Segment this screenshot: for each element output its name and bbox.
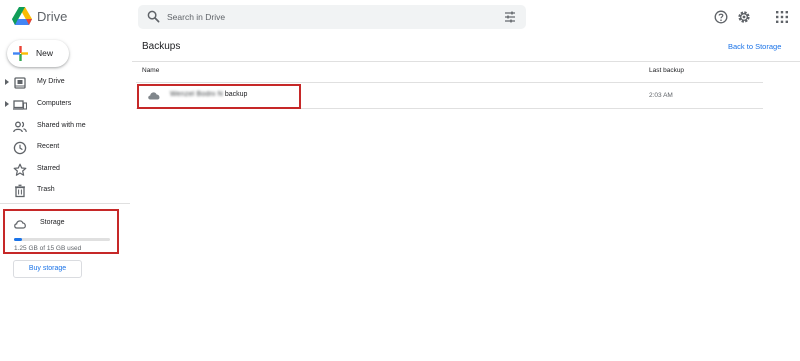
search-icon[interactable]	[147, 10, 160, 23]
sidebar-item-starred[interactable]: Starred	[0, 161, 130, 179]
sidebar-divider	[0, 203, 130, 204]
storage-label: Storage	[40, 219, 65, 226]
column-header-name[interactable]: Name	[142, 67, 159, 74]
sidebar-item-label: Starred	[37, 165, 60, 172]
back-to-storage-link[interactable]: Back to Storage	[728, 42, 781, 51]
plus-icon	[13, 46, 28, 61]
drive-logo-icon[interactable]	[12, 7, 32, 25]
star-icon	[13, 163, 27, 176]
sidebar-item-my-drive[interactable]: My Drive	[0, 74, 130, 92]
clock-icon	[13, 141, 27, 155]
storage-section[interactable]: Storage 1.25 GB of 15 GB used	[3, 209, 119, 254]
sidebar-item-trash[interactable]: Trash	[0, 182, 130, 200]
trash-icon	[15, 184, 25, 198]
sidebar-item-shared-with-me[interactable]: Shared with me	[0, 118, 130, 136]
sidebar-item-label: Shared with me	[37, 122, 86, 129]
buy-storage-button[interactable]: Buy storage	[13, 260, 82, 278]
column-header-last-backup[interactable]: Last backup	[649, 67, 684, 74]
help-icon[interactable]	[714, 10, 728, 24]
expand-caret-icon[interactable]	[5, 79, 9, 85]
storage-usage-bar	[14, 238, 110, 241]
page-title: Backups	[142, 41, 181, 52]
cloud-icon	[14, 220, 26, 229]
app-title: Drive	[37, 9, 68, 24]
computers-icon	[13, 100, 27, 110]
new-button-label: New	[36, 48, 54, 58]
search-options-icon[interactable]	[504, 11, 516, 23]
new-button[interactable]: New	[7, 40, 69, 67]
highlight-annotation-box	[137, 84, 301, 109]
apps-grid-icon[interactable]	[775, 10, 789, 24]
storage-usage-fill	[14, 238, 22, 241]
sidebar-item-label: Recent	[37, 143, 60, 150]
sidebar-item-label: My Drive	[37, 78, 65, 85]
top-bar: Drive	[0, 0, 800, 34]
expand-caret-icon[interactable]	[5, 101, 9, 107]
settings-icon[interactable]	[737, 10, 751, 24]
sidebar-item-label: Computers	[37, 100, 72, 107]
shared-icon	[13, 121, 27, 133]
header-divider	[132, 61, 800, 62]
storage-used-text: 1.25 GB of 15 GB used	[14, 245, 82, 252]
sidebar-item-computers[interactable]: Computers	[0, 96, 130, 114]
sidebar-item-recent[interactable]: Recent	[0, 139, 130, 157]
my-drive-icon	[14, 77, 26, 89]
last-backup-time: 2:03 AM	[649, 92, 673, 99]
sidebar-item-label: Trash	[37, 186, 55, 193]
search-bar[interactable]	[138, 5, 526, 29]
search-input[interactable]	[167, 8, 487, 26]
